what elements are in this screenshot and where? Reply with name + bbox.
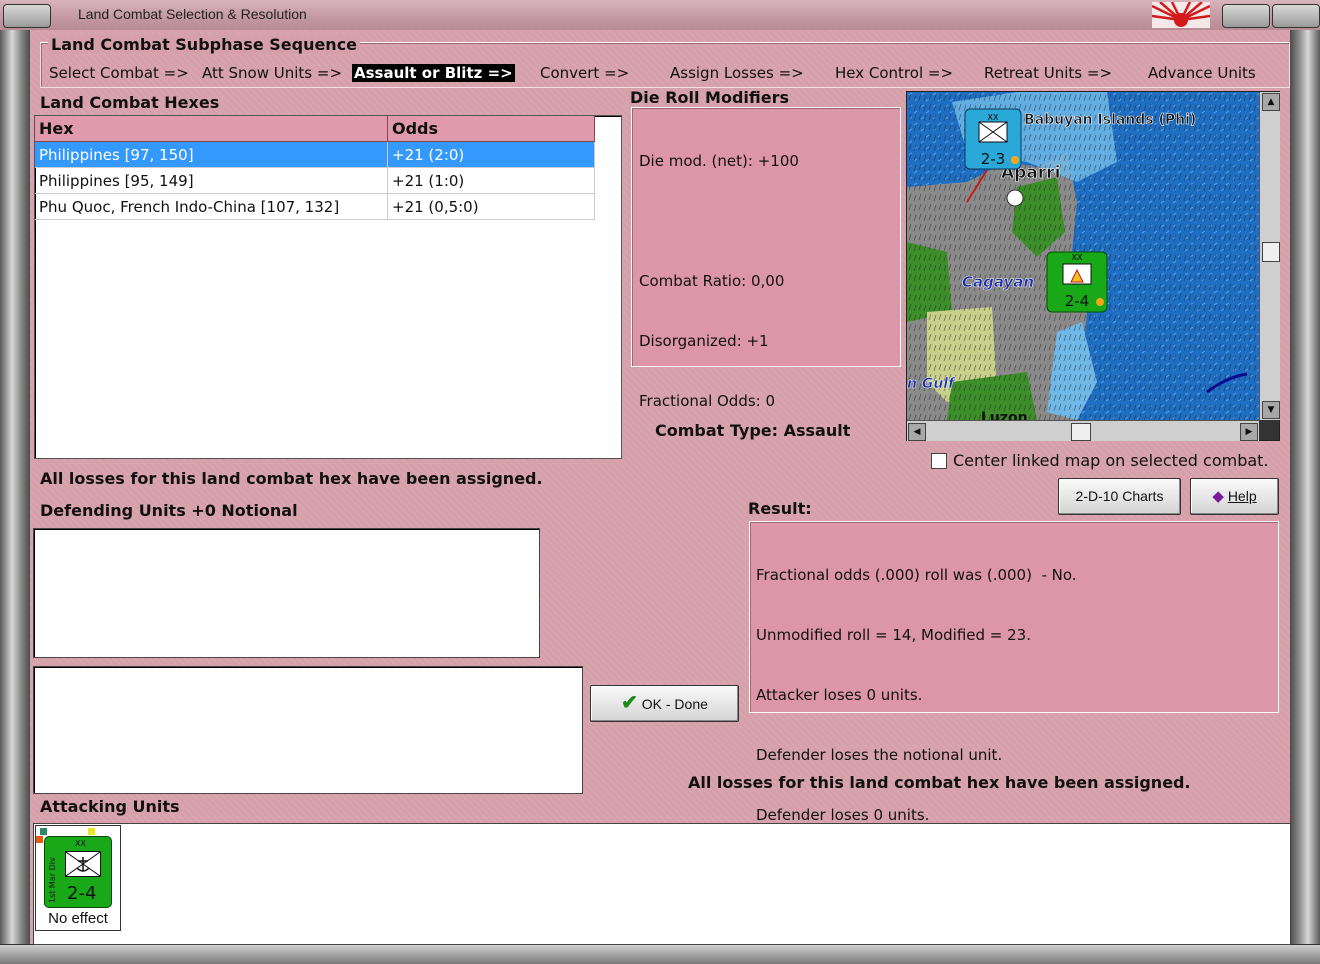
- window-title: Land Combat Selection & Resolution: [78, 6, 307, 22]
- marker-icon: [36, 836, 43, 843]
- center-linked-map-label: Center linked map on selected combat.: [953, 451, 1269, 470]
- land-combat-hexes-label: Land Combat Hexes: [40, 93, 220, 112]
- land-combat-hexes-table[interactable]: Hex Odds Philippines [97, 150] +21 (2:0)…: [34, 115, 622, 459]
- map-label-region: Cagayan: [962, 273, 1034, 291]
- counter-strength: 2-4: [1065, 292, 1090, 310]
- table-row[interactable]: Philippines [95, 149] +21 (1:0): [35, 168, 595, 194]
- odds-cell: +21 (2:0): [388, 142, 595, 168]
- center-linked-map-checkbox-row[interactable]: Center linked map on selected combat.: [929, 451, 1278, 471]
- unit-counter[interactable]: XX 1st Mar Div 2-4: [44, 836, 112, 908]
- seq-step-convert: Convert =>: [540, 64, 630, 82]
- counter-size: XX: [1072, 253, 1083, 262]
- odds-cell: +21 (0,5:0): [388, 194, 595, 220]
- frame-left-border: [0, 30, 30, 963]
- map-horizontal-scrollbar[interactable]: ◀ ▶: [907, 420, 1259, 441]
- seq-step-select-combat: Select Combat =>: [49, 64, 189, 82]
- defending-units-list[interactable]: [33, 528, 540, 658]
- unit-strength: 2-4: [67, 883, 97, 904]
- map-vertical-scrollbar[interactable]: ▲ ▼: [1259, 92, 1280, 420]
- scroll-thumb[interactable]: [1262, 242, 1280, 262]
- seq-step-retreat-units: Retreat Units =>: [984, 64, 1113, 82]
- seq-step-assault-or-blitz: Assault or Blitz =>: [352, 64, 515, 82]
- counter-size: XX: [988, 113, 999, 122]
- counter-strength: 2-3: [981, 150, 1006, 168]
- system-menu-button[interactable]: [3, 4, 51, 28]
- map-label-islands: Babuyan Islands (Phi): [1024, 112, 1196, 128]
- hex-cell: Philippines [95, 149]: [35, 168, 388, 194]
- attacking-units-label: Attacking Units: [40, 797, 180, 816]
- seq-step-hex-control: Hex Control =>: [835, 64, 954, 82]
- fractional-odds-line: Fractional Odds: 0: [639, 392, 776, 410]
- map-label-luzon: Luzon: [981, 410, 1028, 420]
- scroll-down-icon[interactable]: ▼: [1262, 401, 1280, 419]
- attacking-units-list[interactable]: XX 1st Mar Div 2-4 No effect: [33, 823, 1291, 945]
- unit-status: No effect: [48, 910, 108, 927]
- die-roll-modifiers-panel: Die mod. (net): +100 Combat Ratio: 0,00 …: [631, 107, 901, 410]
- losses-assigned-message: All losses for this land combat hex have…: [40, 469, 543, 488]
- result-line: Defender loses 0 units.: [756, 806, 930, 824]
- frame-bottom-border: [0, 944, 1320, 964]
- unit-size: XX: [75, 839, 86, 848]
- odds-cell: +21 (1:0): [388, 168, 595, 194]
- close-button[interactable]: [1272, 4, 1320, 28]
- center-linked-map-checkbox[interactable]: [931, 453, 947, 469]
- map-label-gulf: n Gulf: [907, 376, 956, 392]
- combat-type: Combat Type: Assault: [655, 421, 850, 440]
- attacking-unit-card[interactable]: XX 1st Mar Div 2-4 No effect: [35, 825, 121, 931]
- unit-details-panel: [33, 666, 583, 794]
- scroll-thumb[interactable]: [1071, 423, 1091, 441]
- seq-step-assign-losses: Assign Losses =>: [670, 64, 804, 82]
- charts-button[interactable]: 2-D-10 Charts: [1058, 478, 1181, 515]
- hex-cell: Phu Quoc, French Indo-China [107, 132]: [35, 194, 388, 220]
- linked-map[interactable]: Babuyan Islands (Phi) Aparri Cagayan n G…: [906, 91, 1280, 441]
- result-panel: Fractional odds (.000) roll was (.000) -…: [749, 521, 1279, 824]
- result-line: Unmodified roll = 14, Modified = 23.: [756, 626, 1031, 644]
- help-button-label: Help: [1227, 488, 1257, 504]
- ok-done-label: OK - Done: [641, 696, 708, 712]
- frame-right-border: [1290, 30, 1320, 963]
- scroll-left-icon[interactable]: ◀: [908, 423, 926, 441]
- ok-done-button[interactable]: ✔ OK - Done: [590, 685, 739, 722]
- rising-sun-flag-icon: [1152, 2, 1210, 28]
- die-roll-modifiers-label: Die Roll Modifiers: [630, 88, 790, 107]
- die-mod-line: Die mod. (net): +100: [639, 152, 799, 170]
- result-line: Defender loses the notional unit.: [756, 746, 1003, 764]
- help-button[interactable]: ◆ Help: [1190, 478, 1279, 515]
- combat-type-value: Assault: [783, 421, 851, 440]
- result-line: Attacker loses 0 units.: [756, 686, 923, 704]
- help-book-icon: ◆: [1212, 488, 1224, 505]
- result-line: Fractional odds (.000) roll was (.000) -…: [756, 566, 1077, 584]
- scroll-right-icon[interactable]: ▶: [1240, 423, 1258, 441]
- result-label: Result:: [748, 499, 812, 518]
- map-counter-infantry[interactable]: XX 2-4: [1046, 251, 1108, 313]
- map-canvas[interactable]: Babuyan Islands (Phi) Aparri Cagayan n G…: [907, 92, 1259, 420]
- hex-cell: Philippines [97, 150]: [35, 142, 388, 168]
- seq-step-att-snow-units: Att Snow Units =>: [202, 64, 343, 82]
- table-row[interactable]: Philippines [97, 150] +21 (2:0): [35, 142, 595, 168]
- port-icon: [1006, 189, 1024, 207]
- sequence-title: Land Combat Subphase Sequence: [48, 35, 361, 54]
- seq-step-advance-units: Advance Units: [1148, 64, 1256, 82]
- marker-icon: [88, 828, 95, 835]
- combat-ratio-line: Combat Ratio: 0,00: [639, 272, 785, 290]
- marker-icon: [40, 828, 47, 835]
- column-header-odds[interactable]: Odds: [388, 116, 595, 142]
- losses-assigned-message-bottom: All losses for this land combat hex have…: [688, 773, 1191, 792]
- map-counter-marine[interactable]: XX 2-3: [964, 108, 1022, 170]
- combat-type-label: Combat Type:: [655, 421, 779, 440]
- minimize-button[interactable]: [1222, 4, 1270, 28]
- disorganized-line: Disorganized: +1: [639, 332, 769, 350]
- unit-name: 1st Mar Div: [48, 857, 57, 903]
- checkmark-icon: ✔: [621, 692, 638, 714]
- defending-units-label: Defending Units +0 Notional: [40, 501, 298, 520]
- scroll-up-icon[interactable]: ▲: [1262, 93, 1280, 111]
- column-header-hex[interactable]: Hex: [35, 116, 388, 142]
- marine-symbol-icon: [65, 851, 101, 877]
- table-row[interactable]: Phu Quoc, French Indo-China [107, 132] +…: [35, 194, 595, 220]
